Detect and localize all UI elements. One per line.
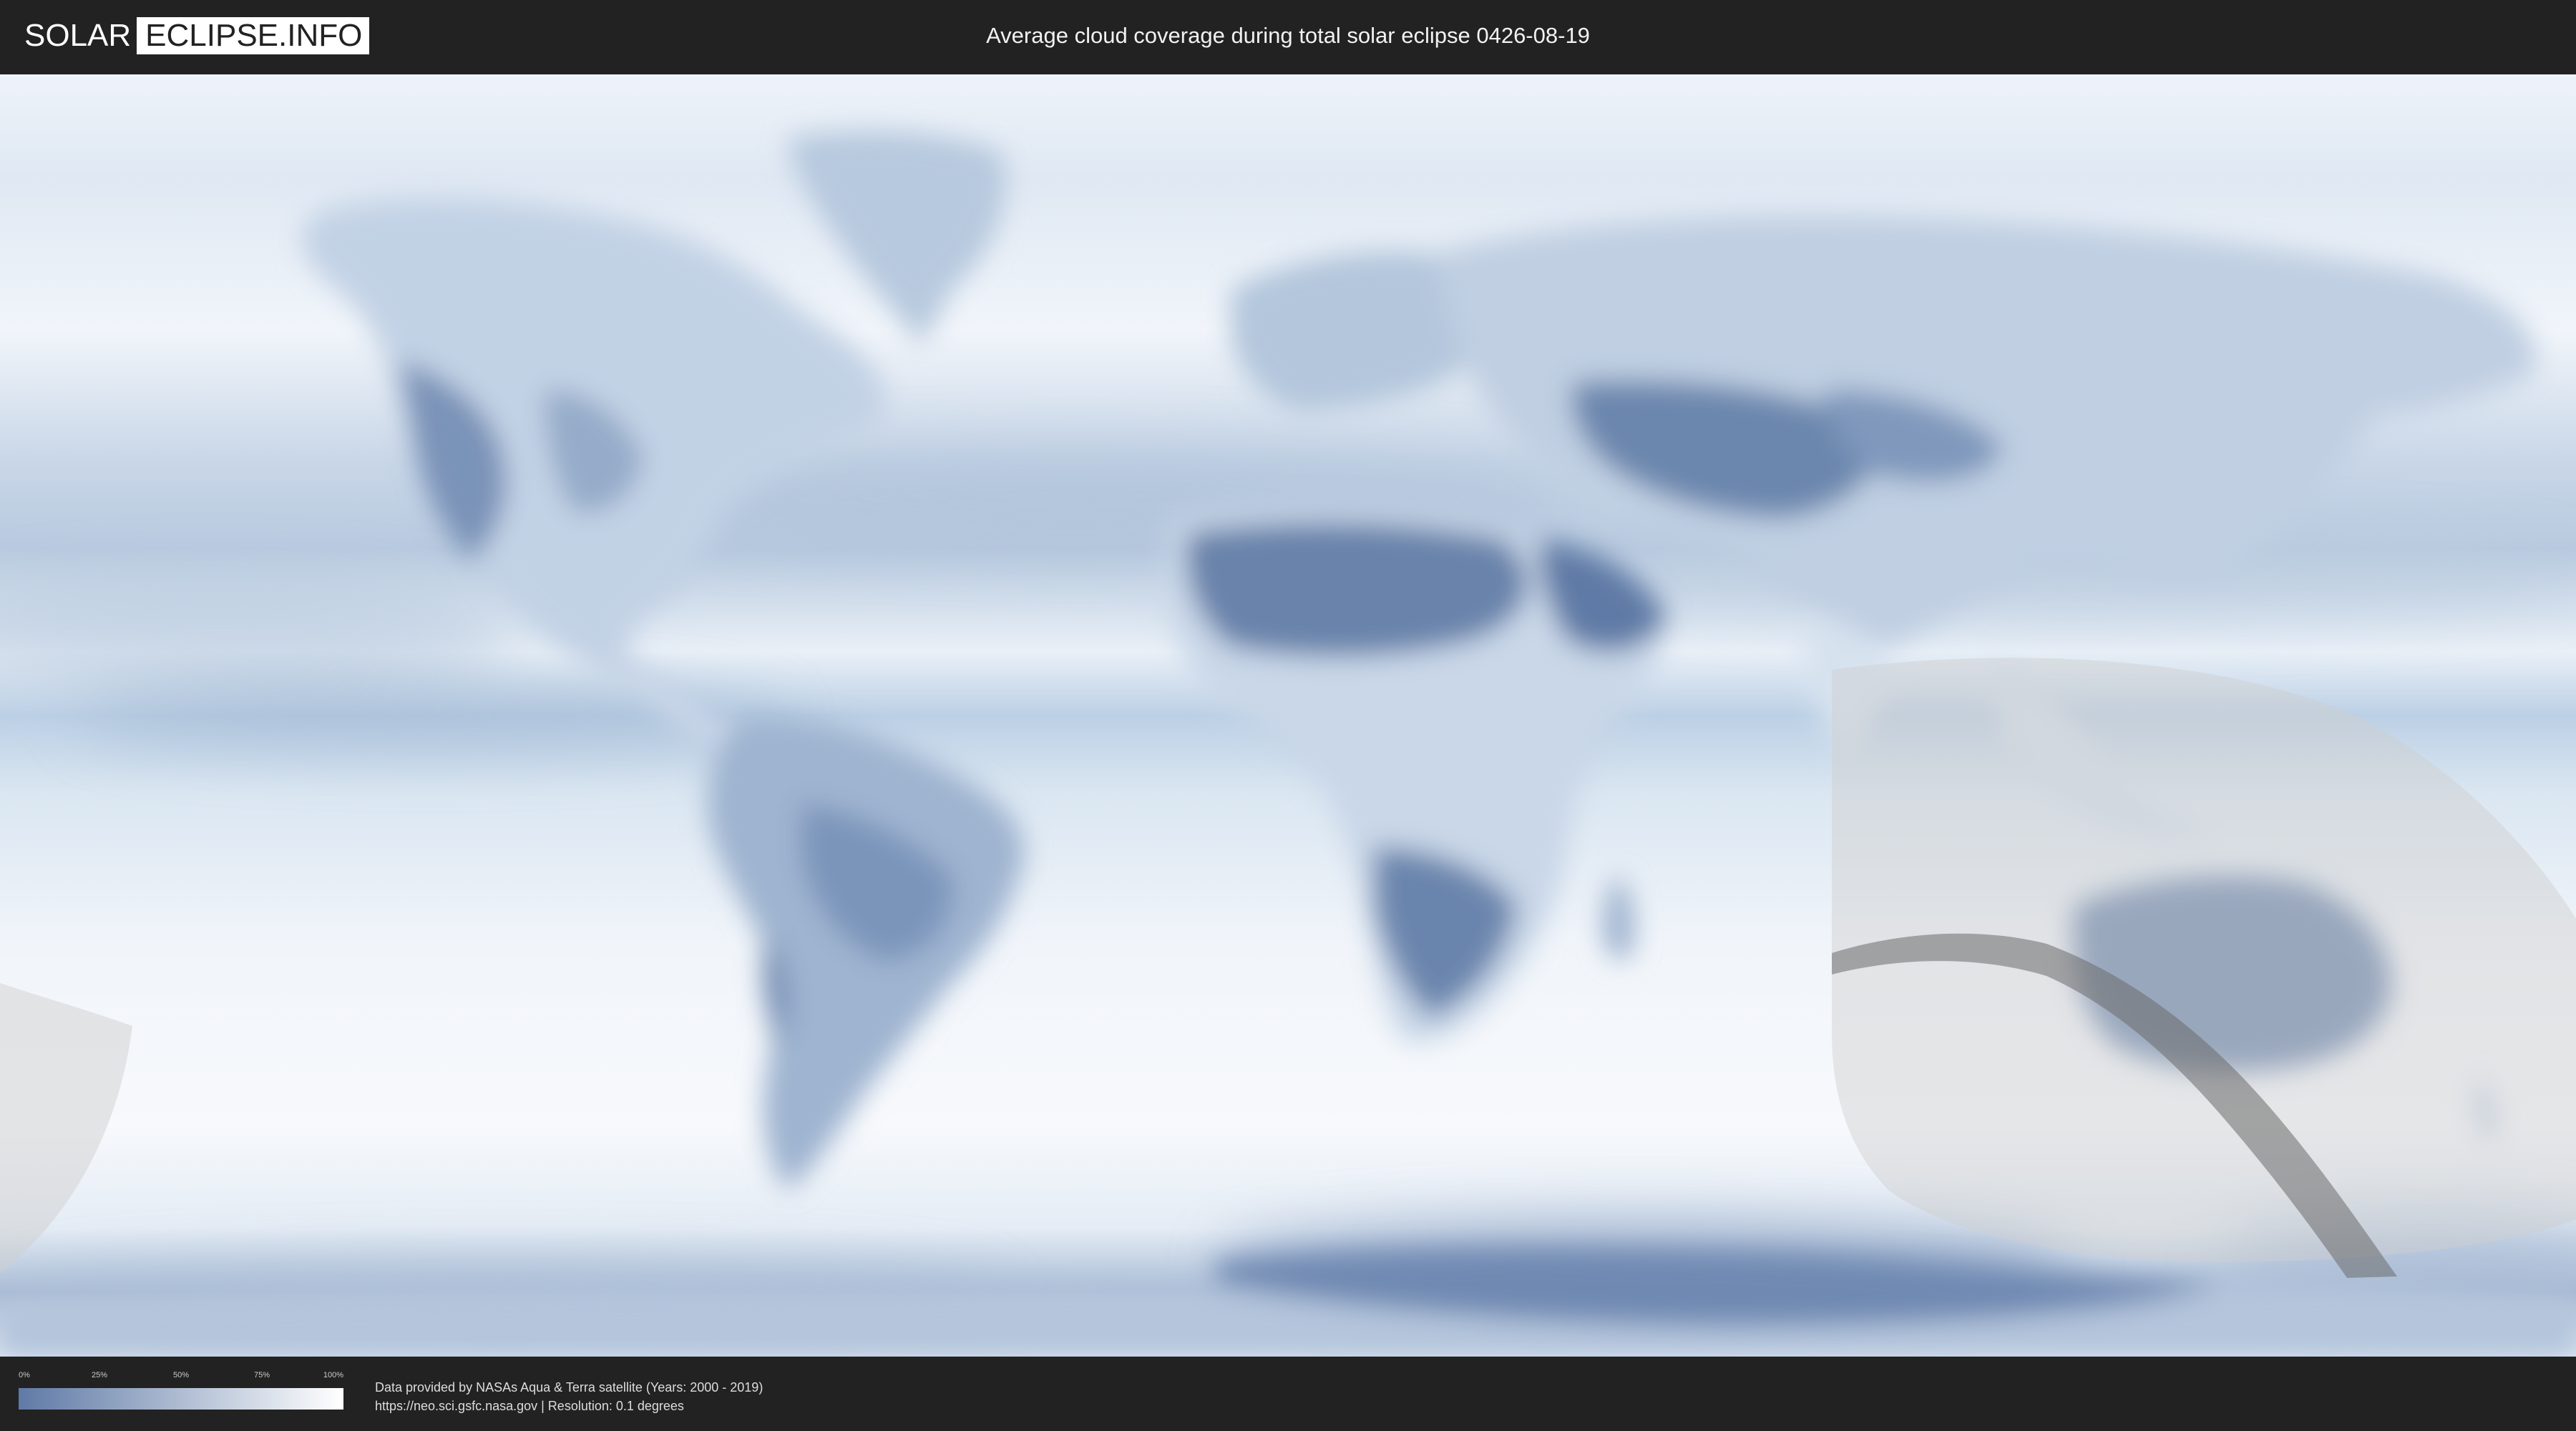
- legend-tick-75: 75%: [253, 1371, 270, 1379]
- map-canvas: [0, 74, 2576, 1357]
- logo-solar-text: SOLAR: [24, 18, 132, 53]
- logo-eclipse-text: ECLIPSE.INFO: [137, 17, 370, 54]
- eclipse-cloud-map-page: Average cloud coverage during total sola…: [0, 0, 2576, 1431]
- source-line[interactable]: https://neo.sci.gsfc.nasa.gov | Resoluti…: [375, 1397, 763, 1415]
- legend-tick-50: 50%: [172, 1371, 190, 1379]
- legend-tick-0: 0%: [19, 1371, 30, 1379]
- page-title: Average cloud coverage during total sola…: [986, 23, 1590, 48]
- data-credits: Data provided by NASAs Aqua & Terra sate…: [375, 1378, 763, 1415]
- legend-tick-100: 100%: [323, 1371, 343, 1379]
- legend-color-bar: [19, 1388, 343, 1410]
- footer-bar: 0% 25% 50% 75% 100% Data provided by NAS…: [0, 1357, 2576, 1431]
- header-bar: Average cloud coverage during total sola…: [0, 0, 2576, 72]
- site-logo[interactable]: SOLAR ECLIPSE.INFO: [24, 17, 370, 54]
- legend-ticks: 0% 25% 50% 75% 100%: [19, 1371, 343, 1381]
- cloud-coverage-map[interactable]: [0, 74, 2576, 1357]
- legend-tick-25: 25%: [91, 1371, 108, 1379]
- cloud-coverage-legend: 0% 25% 50% 75% 100%: [19, 1371, 343, 1414]
- credit-line: Data provided by NASAs Aqua & Terra sate…: [375, 1380, 763, 1395]
